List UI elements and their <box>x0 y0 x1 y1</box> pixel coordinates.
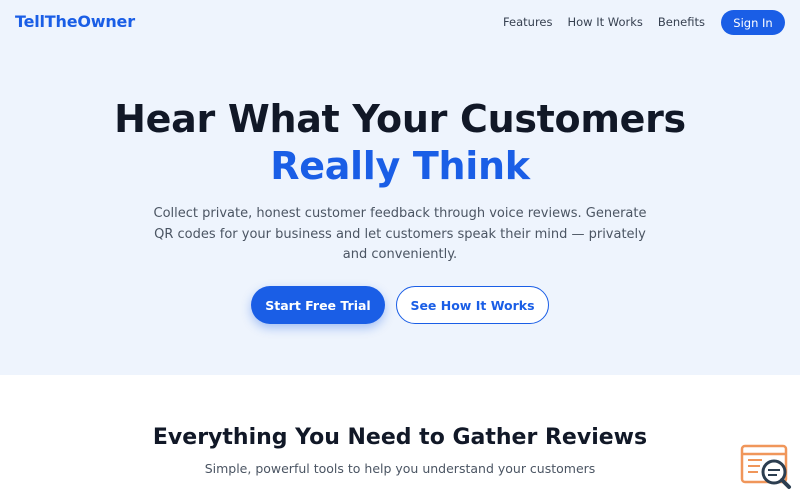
start-free-trial-button[interactable]: Start Free Trial <box>251 286 385 324</box>
hero-title-line2: Really Think <box>270 144 530 188</box>
feedback-widget-button[interactable] <box>740 444 792 490</box>
hero-title-line1: Hear What Your Customers <box>114 97 686 141</box>
features-title: Everything You Need to Gather Reviews <box>152 425 648 450</box>
feedback-search-icon <box>740 444 791 489</box>
nav-link-how-it-works[interactable]: How It Works <box>568 15 643 29</box>
sign-in-button[interactable]: Sign In <box>721 10 785 35</box>
top-nav: TellTheOwner Features How It Works Benef… <box>0 0 800 44</box>
nav-link-features[interactable]: Features <box>503 15 552 29</box>
nav-links: Features How It Works Benefits <box>503 15 705 29</box>
hero-description: Collect private, honest customer feedbac… <box>153 206 647 262</box>
features-subtitle: Simple, powerful tools to help you under… <box>204 461 596 476</box>
landing-page: TellTheOwner Features How It Works Benef… <box>0 0 800 500</box>
nav-link-benefits[interactable]: Benefits <box>658 15 705 29</box>
brand-logo[interactable]: TellTheOwner <box>15 12 135 31</box>
see-how-it-works-button[interactable]: See How It Works <box>396 286 549 324</box>
